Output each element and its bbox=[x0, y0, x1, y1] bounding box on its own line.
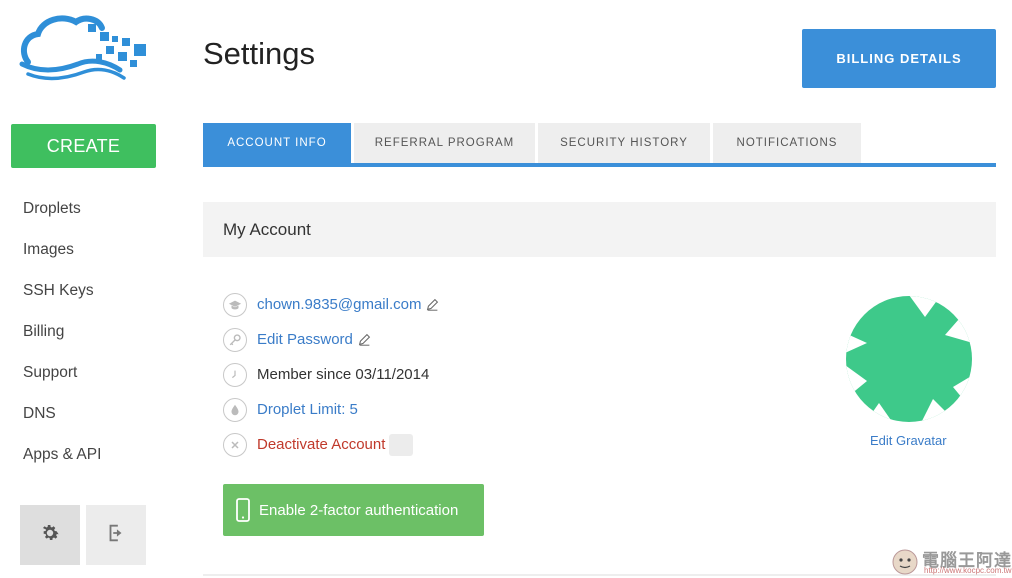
logout-button[interactable] bbox=[86, 505, 146, 565]
email-row: chown.9835@gmail.com bbox=[223, 287, 439, 322]
gear-icon bbox=[39, 522, 61, 549]
tab-account-info[interactable]: ACCOUNT INFO bbox=[203, 123, 351, 163]
page-title: Settings bbox=[203, 36, 316, 71]
password-row: Edit Password bbox=[223, 322, 439, 357]
member-since-row: Member since 03/11/2014 bbox=[223, 357, 439, 392]
tab-security-history[interactable]: SECURITY HISTORY bbox=[538, 123, 710, 163]
droplet-limit-link[interactable]: Droplet Limit: 5 bbox=[257, 401, 358, 418]
sidebar-item-billing[interactable]: Billing bbox=[23, 311, 101, 352]
key-icon bbox=[223, 327, 247, 352]
close-icon bbox=[223, 432, 247, 457]
logout-icon bbox=[105, 522, 127, 549]
watermark: 電腦王阿達 http://www.kocpc.com.tw bbox=[888, 546, 1012, 576]
sidebar-item-support[interactable]: Support bbox=[23, 352, 101, 393]
sidebar-item-dns[interactable]: DNS bbox=[23, 393, 101, 434]
sidebar-item-ssh-keys[interactable]: SSH Keys bbox=[23, 270, 101, 311]
pencil-icon[interactable] bbox=[358, 333, 371, 346]
clock-icon bbox=[223, 362, 247, 387]
account-info-list: chown.9835@gmail.com Edit Password Membe… bbox=[223, 287, 439, 462]
sidebar-item-droplets[interactable]: Droplets bbox=[23, 188, 101, 229]
deactivate-account-link[interactable]: Deactivate Account bbox=[257, 436, 385, 453]
pencil-icon[interactable] bbox=[426, 298, 439, 311]
section-divider bbox=[203, 574, 996, 576]
member-since-text: Member since 03/11/2014 bbox=[257, 366, 430, 383]
tab-underline bbox=[203, 163, 996, 167]
billing-details-button[interactable]: BILLING DETAILS bbox=[802, 29, 996, 88]
enable-2fa-button[interactable]: Enable 2-factor authentication bbox=[223, 484, 484, 536]
graduation-cap-icon bbox=[223, 292, 247, 317]
avatar[interactable] bbox=[845, 295, 973, 423]
section-title: My Account bbox=[203, 202, 996, 257]
settings-tabs: ACCOUNT INFO REFERRAL PROGRAM SECURITY H… bbox=[203, 123, 864, 163]
sidebar-item-images[interactable]: Images bbox=[23, 229, 101, 270]
enable-2fa-label: Enable 2-factor authentication bbox=[259, 501, 459, 519]
droplet-limit-row: Droplet Limit: 5 bbox=[223, 392, 439, 427]
sidebar-nav: Droplets Images SSH Keys Billing Support… bbox=[23, 188, 101, 475]
sidebar-item-apps-api[interactable]: Apps & API bbox=[23, 434, 101, 475]
deactivate-row: Deactivate Account bbox=[223, 427, 439, 462]
mobile-phone-icon bbox=[235, 498, 251, 522]
watermark-url: http://www.kocpc.com.tw bbox=[924, 566, 1012, 575]
mascot-icon bbox=[890, 548, 920, 578]
droplet-icon bbox=[223, 397, 247, 422]
edit-gravatar-link[interactable]: Edit Gravatar bbox=[870, 433, 947, 448]
tab-notifications[interactable]: NOTIFICATIONS bbox=[713, 123, 861, 163]
create-button[interactable]: CREATE bbox=[11, 124, 156, 168]
tab-referral-program[interactable]: REFERRAL PROGRAM bbox=[354, 123, 535, 163]
digitalocean-logo[interactable] bbox=[18, 12, 150, 84]
deactivate-toggle[interactable] bbox=[389, 433, 414, 456]
settings-button[interactable] bbox=[20, 505, 80, 565]
email-link[interactable]: chown.9835@gmail.com bbox=[257, 296, 421, 313]
edit-password-link[interactable]: Edit Password bbox=[257, 331, 353, 348]
